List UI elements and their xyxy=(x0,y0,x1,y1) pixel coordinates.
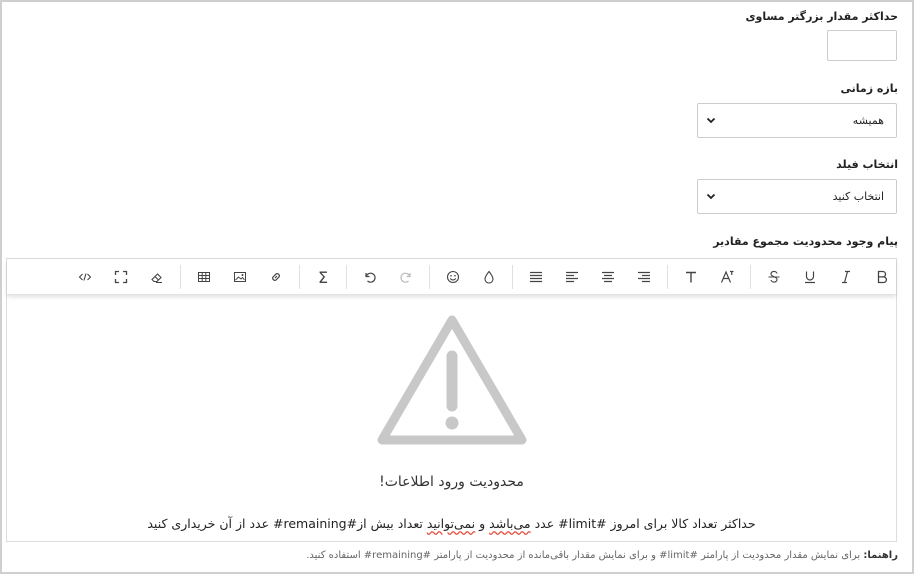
redo-icon[interactable] xyxy=(394,265,418,289)
warning-icon xyxy=(377,315,526,445)
field-select-value: انتخاب کنید xyxy=(832,190,884,203)
image-icon[interactable] xyxy=(228,265,252,289)
sigma-icon[interactable]: Σ xyxy=(311,265,335,289)
align-center-icon[interactable] xyxy=(596,265,620,289)
max-value-label: حداکثر مقدار بزرگتر مساوی xyxy=(745,10,898,23)
chevron-down-icon xyxy=(706,190,716,204)
editor-content[interactable]: محدودیت ورود اطلاعات! حداکثر تعداد کالا … xyxy=(7,296,896,541)
strikethrough-icon[interactable] xyxy=(762,265,786,289)
period-select-value: همیشه xyxy=(852,114,884,127)
eraser-icon[interactable] xyxy=(145,265,169,289)
period-label: بازه زمانی xyxy=(840,82,898,95)
font-size-icon[interactable] xyxy=(679,265,703,289)
align-justify-icon[interactable] xyxy=(524,265,548,289)
message-label: پیام وجود محدودیت مجموع مقادیر xyxy=(713,235,898,248)
align-left-icon[interactable] xyxy=(560,265,584,289)
settings-panel: حداکثر مقدار بزرگتر مساوی بازه زمانی همی… xyxy=(0,0,914,574)
fullscreen-icon[interactable] xyxy=(109,265,133,289)
warning-message: حداکثر تعداد کالا برای امروز #limit# عدد… xyxy=(147,516,756,531)
link-icon[interactable] xyxy=(264,265,288,289)
rich-text-editor: Σ محدودیت ورود اطلاعات! حداکثر تعداد کال… xyxy=(6,258,897,542)
code-view-icon[interactable] xyxy=(73,265,97,289)
field-label: انتخاب فیلد xyxy=(836,158,898,171)
underline-icon[interactable] xyxy=(798,265,822,289)
align-right-icon[interactable] xyxy=(632,265,656,289)
color-drop-icon[interactable] xyxy=(477,265,501,289)
text-size-icon[interactable] xyxy=(715,265,739,289)
hint-text: راهنما: برای نمایش مقدار محدودیت از پارا… xyxy=(306,550,898,561)
chevron-down-icon xyxy=(706,114,716,128)
hint-label: راهنما: xyxy=(863,550,898,561)
warning-title: محدودیت ورود اطلاعات! xyxy=(379,474,524,490)
emoji-icon[interactable] xyxy=(441,265,465,289)
max-value-input[interactable] xyxy=(827,30,897,61)
undo-icon[interactable] xyxy=(358,265,382,289)
italic-icon[interactable] xyxy=(834,265,858,289)
table-icon[interactable] xyxy=(192,265,216,289)
field-select[interactable]: انتخاب کنید xyxy=(697,179,897,214)
bold-icon[interactable] xyxy=(870,265,894,289)
period-select[interactable]: همیشه xyxy=(697,103,897,138)
editor-toolbar: Σ xyxy=(7,259,896,295)
